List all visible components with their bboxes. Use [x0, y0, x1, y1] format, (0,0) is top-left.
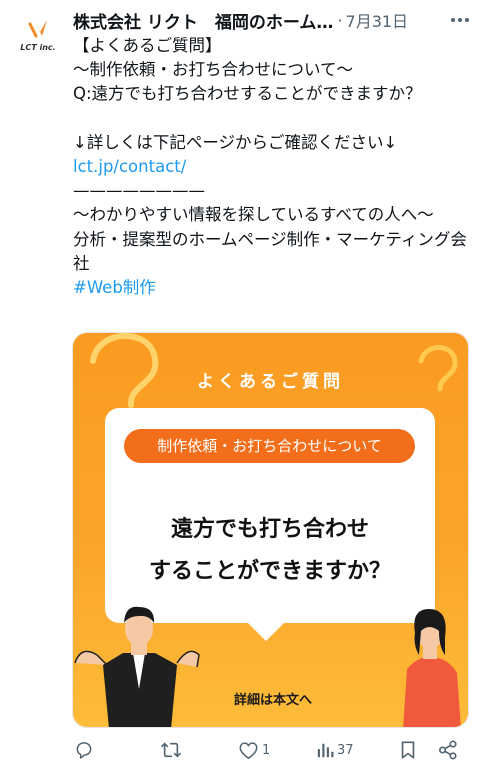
text-line-blank	[73, 107, 473, 131]
share-button[interactable]	[438, 736, 458, 764]
more-dots-icon	[451, 18, 469, 22]
avatar[interactable]: LCT inc.	[14, 10, 62, 58]
like-button[interactable]: 1	[238, 736, 270, 764]
like-count: 1	[262, 742, 271, 758]
contact-link[interactable]: lct.jp/contact/	[73, 155, 473, 179]
details-text: 詳細は本文へ	[233, 693, 312, 708]
lct-logo-icon: LCT inc.	[20, 18, 56, 52]
woman-figure	[403, 609, 461, 727]
views-chart-icon	[317, 743, 334, 758]
media-image[interactable]: よくあるご質問 制作依頼・お打ち合わせについて 遠方でも打ち合わせ することがで…	[72, 332, 469, 728]
tweet[interactable]: LCT inc. 株式会社 リクト 福岡のホーム… · 7月31日 【よくあるご…	[0, 0, 482, 774]
man-figure	[74, 606, 200, 727]
reply-icon	[76, 742, 92, 759]
bookmark-icon	[401, 741, 415, 759]
avatar-text: LCT inc.	[20, 43, 55, 52]
tweet-text: 【よくあるご質問】 〜制作依頼・お打ち合わせについて〜 Q:遠方でも打ち合わせす…	[73, 34, 473, 300]
separator-dot: ·	[337, 10, 343, 30]
heart-icon	[239, 741, 258, 759]
bookmark-button[interactable]	[399, 736, 417, 764]
retweet-button[interactable]	[160, 736, 182, 764]
reply-button[interactable]	[74, 736, 94, 764]
author-name[interactable]: 株式会社 リクト 福岡のホーム…	[73, 8, 333, 33]
text-line: 〜わかりやすい情報を探しているすべての人へ〜	[73, 205, 434, 225]
hashtag-link[interactable]: #Web制作	[73, 276, 473, 300]
share-icon	[439, 740, 457, 760]
tweet-header: 株式会社 リクト 福岡のホーム… · 7月31日	[73, 8, 443, 33]
people-illustration	[74, 606, 461, 727]
divider-text: ————————	[73, 181, 205, 201]
tweet-date[interactable]: 7月31日	[346, 8, 409, 32]
text-line: 〜制作依頼・お打ち合わせについて〜	[73, 60, 354, 80]
text-line: 【よくあるご質問】	[73, 36, 222, 55]
text-line: Q:遠方でも打ち合わせすることができますか？	[73, 84, 422, 104]
text-line: ↓詳しくは下記ページからご確認ください↓	[73, 132, 398, 152]
action-bar: 1 37	[72, 736, 472, 764]
text-line: 分析・提案型のホームページ制作・マーケティング会社	[73, 229, 467, 273]
views-button[interactable]: 37	[316, 736, 354, 764]
views-count: 37	[337, 742, 354, 758]
more-options-button[interactable]	[448, 10, 472, 30]
retweet-icon	[160, 742, 182, 758]
